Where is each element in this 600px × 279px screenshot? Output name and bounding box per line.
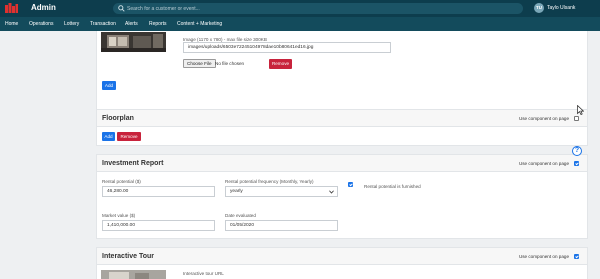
investment-report-title: Investment Report — [102, 160, 164, 167]
nav-item-home[interactable]: Home — [5, 20, 18, 28]
logo-icon[interactable] — [5, 3, 18, 13]
avatar[interactable]: TU — [534, 3, 544, 13]
choose-file-button[interactable]: Choose File — [183, 59, 216, 68]
interactive-tour-panel: Interactive Tour Use component on page I… — [96, 247, 588, 279]
investment-report-header: Investment Report Use component on page — [97, 155, 587, 172]
search-icon — [118, 5, 125, 12]
remove-image-button[interactable]: Remove — [269, 59, 292, 69]
no-file-chosen-text: No file chosen — [215, 61, 245, 66]
user-name[interactable]: Taylo Ulsank — [547, 5, 575, 12]
chevron-down-icon — [329, 190, 334, 194]
floorplan-use-component-checkbox[interactable] — [574, 116, 579, 121]
market-value-input[interactable]: 1,410,000.00 — [102, 220, 215, 231]
app-title: Admin — [31, 3, 56, 12]
nav-item-content-marketing[interactable]: Content + Marketing — [177, 20, 222, 28]
floorplan-panel: Floorplan Use component on page Add Remo… — [96, 109, 588, 146]
main-content: Image (1170 x 780) - max file size 300KB… — [0, 31, 600, 279]
search-input[interactable] — [127, 3, 507, 14]
interactive-tour-use-component-checkbox[interactable] — [574, 254, 579, 259]
rental-frequency-value: yearly — [230, 189, 243, 194]
floorplan-header: Floorplan Use component on page — [97, 110, 587, 127]
nav-item-transaction[interactable]: Transaction — [90, 20, 116, 28]
top-bar: Admin TU Taylo Ulsank — [0, 0, 600, 17]
use-component-label: Use component on page — [518, 254, 569, 259]
rental-potential-input[interactable]: 46,280.00 — [102, 186, 215, 197]
date-evaluated-input[interactable]: 01/05/2020 — [225, 220, 338, 231]
add-image-button[interactable]: Add — [102, 81, 116, 90]
investment-report-use-component-checkbox[interactable] — [574, 161, 579, 166]
floorplan-add-button[interactable]: Add — [102, 132, 115, 141]
property-image-thumbnail — [101, 32, 166, 52]
rental-frequency-select[interactable]: yearly — [225, 186, 338, 197]
use-component-label: Use component on page — [518, 161, 569, 166]
tour-url-label: Interactive tour URL — [183, 271, 224, 276]
interactive-tour-header: Interactive Tour Use component on page — [97, 248, 587, 265]
rental-potential-label: Rental potential ($) — [102, 179, 141, 184]
floorplan-title: Floorplan — [102, 115, 134, 122]
nav-item-operations[interactable]: Operations — [29, 20, 53, 28]
nav-item-alerts[interactable]: Alerts — [125, 20, 138, 28]
interactive-tour-title: Interactive Tour — [102, 253, 154, 260]
image-path-input[interactable]: images/uploads/6503e72245104978dae10b806… — [183, 42, 391, 53]
nav-item-reports[interactable]: Reports — [149, 20, 167, 28]
date-evaluated-label: Date evaluated — [225, 213, 256, 218]
use-component-label: Use component on page — [518, 116, 569, 121]
help-icon[interactable]: ? — [572, 146, 582, 156]
market-value-label: Market value ($) — [102, 213, 136, 218]
nav-item-lottery[interactable]: Lottery — [64, 20, 79, 28]
furnished-label: Rental potential is furnished — [364, 184, 421, 189]
tour-image-thumbnail — [101, 270, 166, 279]
mouse-cursor-icon — [577, 105, 584, 115]
furnished-checkbox[interactable] — [348, 182, 353, 187]
rental-frequency-label: Rental potential frequency (Monthly, Yea… — [225, 179, 314, 184]
main-nav: Home Operations Lottery Transaction Aler… — [0, 17, 600, 31]
search-bar[interactable] — [113, 3, 523, 14]
investment-report-panel: Investment Report Use component on page … — [96, 154, 588, 239]
floorplan-remove-button[interactable]: Remove — [117, 132, 141, 141]
